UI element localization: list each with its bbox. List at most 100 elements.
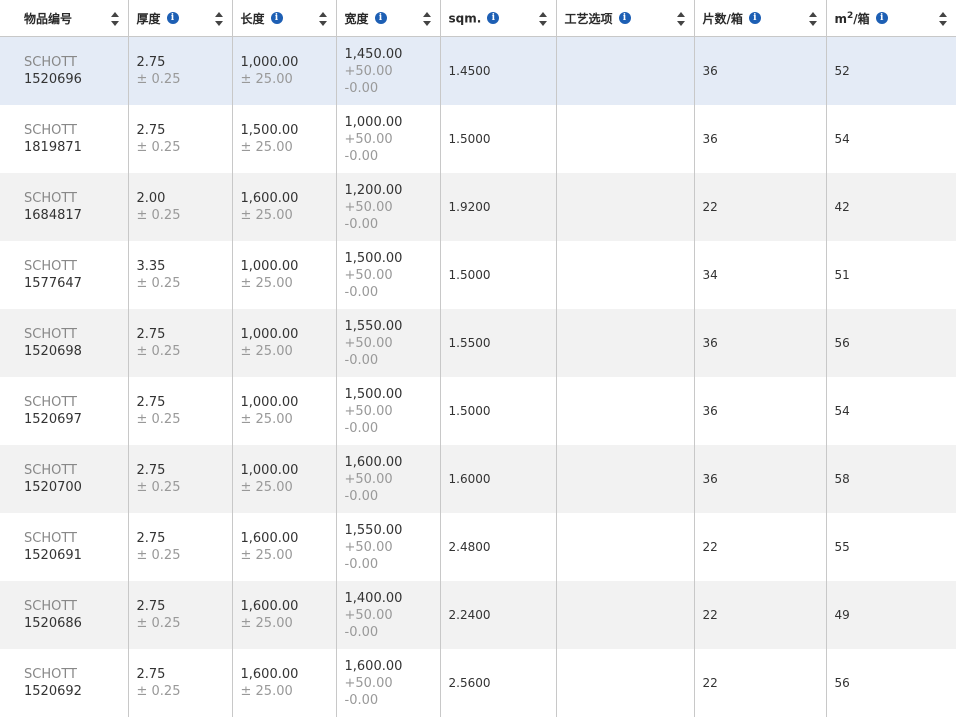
process-options-cell <box>556 36 695 105</box>
column-header-width[interactable]: 宽度 i <box>336 0 441 37</box>
item-number: 1819871 <box>24 140 82 155</box>
sqm-cell: 1.6000 <box>440 445 557 513</box>
thickness-value: 2.75 <box>136 531 166 546</box>
table-row[interactable]: SCHOTT 1520697 2.75 ± 0.25 1,000.00 ± 25.00 1,… <box>0 377 956 445</box>
brand-label: SCHOTT <box>24 123 77 138</box>
process-options-cell <box>556 445 695 513</box>
width-value: 1,550.00 <box>344 522 403 538</box>
item-number-cell: SCHOTT 1684817 <box>0 173 129 241</box>
column-header-item-number[interactable]: 物品编号 <box>0 0 129 37</box>
table-row[interactable]: SCHOTT 1520696 2.75 ± 0.25 1,000.00 ± 25.00 1,… <box>0 36 956 105</box>
length-tolerance: ± 25.00 <box>240 344 293 359</box>
sort-icon[interactable] <box>214 12 224 26</box>
item-number-cell: SCHOTT 1520700 <box>0 445 129 513</box>
length-tolerance: ± 25.00 <box>240 140 293 155</box>
length-tolerance: ± 25.00 <box>240 616 293 631</box>
sort-icon[interactable] <box>110 12 120 26</box>
width-cell: 1,550.00 +50.00 -0.00 <box>336 309 441 377</box>
width-value: 1,600.00 <box>344 658 403 674</box>
sort-icon[interactable] <box>318 12 328 26</box>
info-icon[interactable]: i <box>166 12 179 24</box>
column-header-pieces-per-box[interactable]: 片数/箱 i <box>694 0 827 37</box>
length-tolerance: ± 25.00 <box>240 548 293 563</box>
sqm-cell: 1.9200 <box>440 173 557 241</box>
sqm-cell: 2.2400 <box>440 581 557 649</box>
sqm-cell: 2.4800 <box>440 513 557 581</box>
length-value: 1,600.00 <box>240 531 299 546</box>
length-value: 1,600.00 <box>240 191 299 206</box>
info-icon[interactable]: i <box>618 12 631 24</box>
item-number: 1520691 <box>24 548 82 563</box>
width-tolerance-minus: -0.00 <box>344 692 379 708</box>
sort-icon[interactable] <box>939 12 948 26</box>
info-icon[interactable]: i <box>875 12 888 24</box>
m2-per-box-cell: 56 <box>826 309 956 377</box>
length-cell: 1,000.00 ± 25.00 <box>232 309 337 377</box>
info-icon[interactable]: i <box>487 12 500 25</box>
thickness-tolerance: ± 0.25 <box>136 616 181 631</box>
width-tolerance-plus: +50.00 <box>344 539 393 555</box>
info-icon[interactable]: i <box>270 12 283 24</box>
thickness-tolerance: ± 0.25 <box>136 548 181 563</box>
table-row[interactable]: SCHOTT 1577647 3.35 ± 0.25 1,000.00 ± 25.00 1,… <box>0 241 956 309</box>
m2-per-box-cell: 58 <box>826 445 956 513</box>
thickness-value: 2.75 <box>136 667 166 682</box>
item-number: 1577647 <box>24 276 82 291</box>
pieces-per-box-cell: 36 <box>694 36 827 105</box>
column-header-length[interactable]: 长度 i <box>232 0 337 37</box>
column-header-label: 厚度 <box>136 11 161 26</box>
length-cell: 1,000.00 ± 25.00 <box>232 36 337 105</box>
table-row[interactable]: SCHOTT 1819871 2.75 ± 0.25 1,500.00 ± 25.00 1,… <box>0 105 956 173</box>
column-header-sqm[interactable]: sqm. i <box>440 0 557 37</box>
sort-icon[interactable] <box>808 12 818 26</box>
column-header-process-options[interactable]: 工艺选项 i <box>556 0 695 37</box>
width-value: 1,500.00 <box>344 250 403 266</box>
table-header-row: 物品编号 厚度 i 长度 i 宽度 i sqm. i 工艺选项 i 片数/箱 i… <box>0 0 956 37</box>
width-value: 1,400.00 <box>344 590 403 606</box>
item-number: 1520697 <box>24 412 82 427</box>
table-row[interactable]: SCHOTT 1520692 2.75 ± 0.25 1,600.00 ± 25.00 1,… <box>0 649 956 717</box>
item-number-cell: SCHOTT 1520686 <box>0 581 129 649</box>
column-header-thickness[interactable]: 厚度 i <box>128 0 233 37</box>
brand-label: SCHOTT <box>24 55 77 70</box>
m2-per-box-cell: 42 <box>826 173 956 241</box>
table-row[interactable]: SCHOTT 1520691 2.75 ± 0.25 1,600.00 ± 25.00 1,… <box>0 513 956 581</box>
table-row[interactable]: SCHOTT 1684817 2.00 ± 0.25 1,600.00 ± 25.00 1,… <box>0 173 956 241</box>
process-options-cell <box>556 649 695 717</box>
item-number-cell: SCHOTT 1520697 <box>0 377 129 445</box>
width-tolerance-plus: +50.00 <box>344 403 393 419</box>
table-row[interactable]: SCHOTT 1520698 2.75 ± 0.25 1,000.00 ± 25.00 1,… <box>0 309 956 377</box>
table-row[interactable]: SCHOTT 1520700 2.75 ± 0.25 1,000.00 ± 25.00 1,… <box>0 445 956 513</box>
sort-icon[interactable] <box>676 12 686 26</box>
column-header-m2-per-box[interactable]: m2/箱 i <box>826 0 956 37</box>
width-tolerance-plus: +50.00 <box>344 471 393 487</box>
thickness-cell: 3.35 ± 0.25 <box>128 241 233 309</box>
process-options-cell <box>556 309 695 377</box>
process-options-cell <box>556 377 695 445</box>
thickness-cell: 2.75 ± 0.25 <box>128 105 233 173</box>
info-icon[interactable]: i <box>748 12 761 24</box>
table-row[interactable]: SCHOTT 1520686 2.75 ± 0.25 1,600.00 ± 25.00 1,… <box>0 581 956 649</box>
width-tolerance-minus: -0.00 <box>344 352 379 368</box>
thickness-value: 2.75 <box>136 463 166 478</box>
item-number: 1520696 <box>24 72 82 87</box>
length-tolerance: ± 25.00 <box>240 480 293 495</box>
sqm-cell: 1.4500 <box>440 36 557 105</box>
sort-icon[interactable] <box>422 12 432 26</box>
item-number-cell: SCHOTT 1520698 <box>0 309 129 377</box>
column-header-label: 物品编号 <box>24 11 73 26</box>
length-cell: 1,600.00 ± 25.00 <box>232 581 337 649</box>
column-header-label: 长度 <box>240 11 265 26</box>
width-value: 1,600.00 <box>344 454 403 470</box>
sort-icon[interactable] <box>538 12 548 26</box>
width-tolerance-minus: -0.00 <box>344 148 379 164</box>
brand-label: SCHOTT <box>24 667 77 682</box>
length-value: 1,600.00 <box>240 667 299 682</box>
brand-label: SCHOTT <box>24 327 77 342</box>
thickness-cell: 2.75 ± 0.25 <box>128 36 233 105</box>
thickness-value: 2.75 <box>136 55 166 70</box>
length-cell: 1,000.00 ± 25.00 <box>232 377 337 445</box>
brand-label: SCHOTT <box>24 599 77 614</box>
info-icon[interactable]: i <box>374 12 387 24</box>
thickness-cell: 2.75 ± 0.25 <box>128 581 233 649</box>
